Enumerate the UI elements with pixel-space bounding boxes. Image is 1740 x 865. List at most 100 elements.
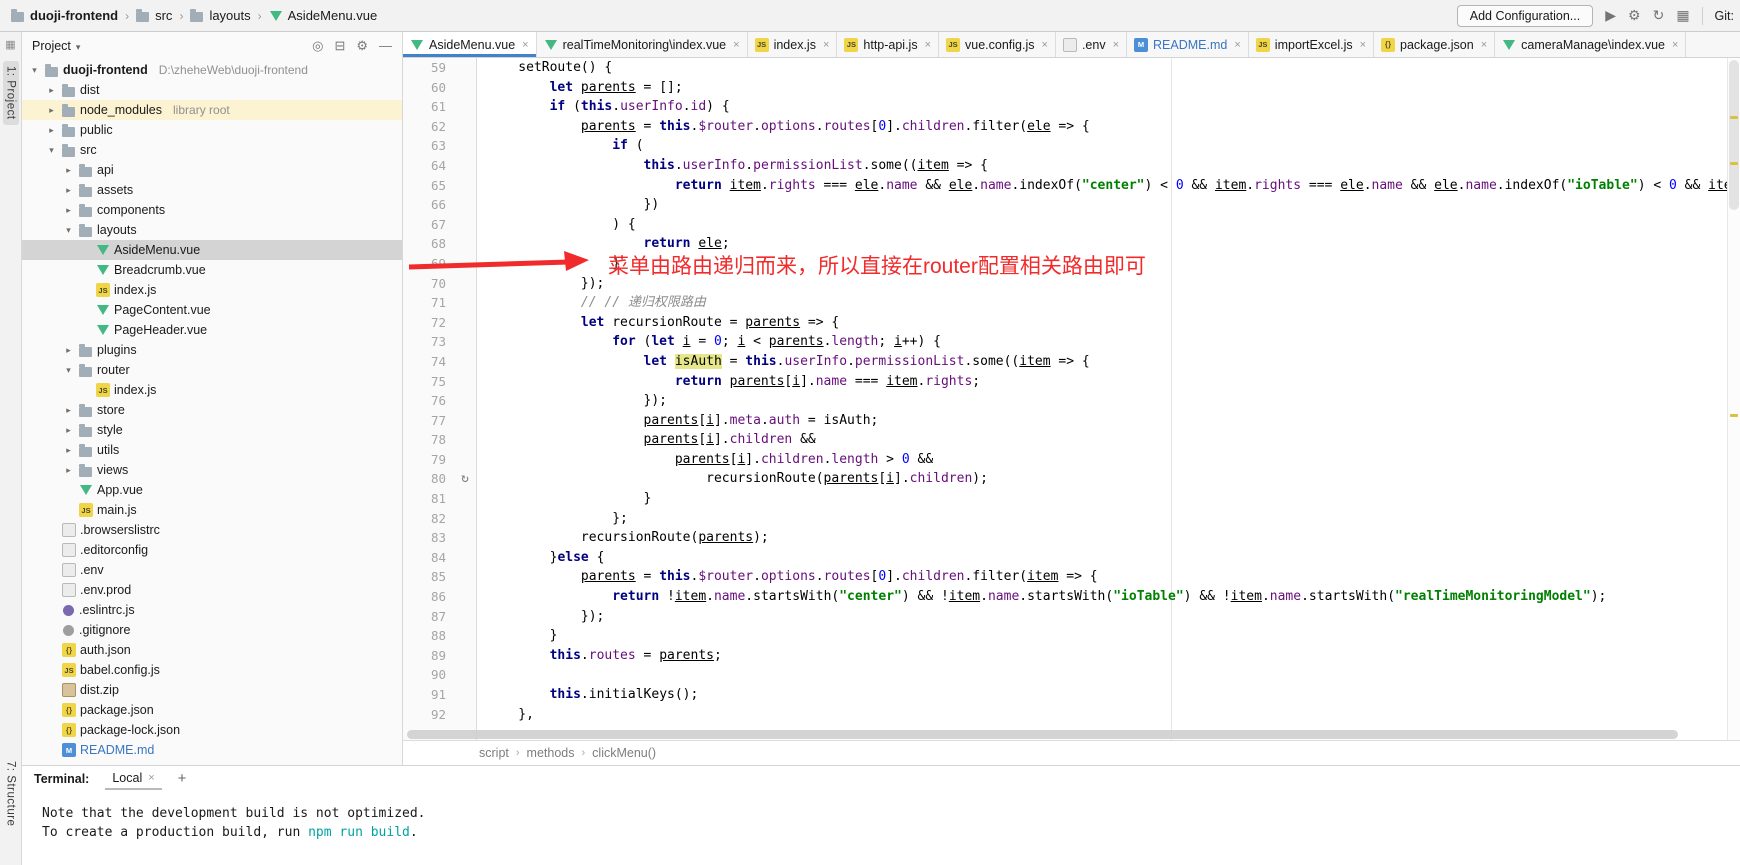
code-line[interactable]: let parents = [];	[487, 78, 1740, 98]
code-line[interactable]: this.userInfo.permissionList.some((item …	[487, 156, 1740, 176]
chevron-collapsed-icon[interactable]: ▸	[62, 425, 75, 436]
line-number[interactable]: 82	[403, 509, 476, 529]
editor-tab[interactable]: JShttp-api.js×	[837, 32, 939, 57]
tree-item[interactable]: ▸assets	[22, 180, 402, 200]
tree-item[interactable]: ▸dist	[22, 80, 402, 100]
line-number[interactable]: 83	[403, 528, 476, 548]
breadcrumb-item[interactable]: duoji-frontend	[8, 6, 121, 25]
editor-tab[interactable]: MREADME.md×	[1127, 32, 1249, 57]
tree-item[interactable]: .env.prod	[22, 580, 402, 600]
tree-item[interactable]: ▸public	[22, 120, 402, 140]
code-line[interactable]: })	[487, 195, 1740, 215]
line-number[interactable]: 73	[403, 332, 476, 352]
line-number[interactable]: 75	[403, 372, 476, 392]
code-line[interactable]: };	[487, 509, 1740, 529]
editor-tab[interactable]: cameraManage\index.vue×	[1495, 32, 1686, 57]
tree-item[interactable]: ▸plugins	[22, 340, 402, 360]
horizontal-scrollbar[interactable]	[407, 730, 1678, 739]
chevron-collapsed-icon[interactable]: ▸	[62, 465, 75, 476]
tree-item[interactable]: ▸utils	[22, 440, 402, 460]
code-line[interactable]: }	[487, 489, 1740, 509]
line-number[interactable]: 81	[403, 489, 476, 509]
tree-item[interactable]: ▾router	[22, 360, 402, 380]
close-icon[interactable]: ×	[823, 39, 829, 51]
chevron-collapsed-icon[interactable]: ▸	[45, 105, 58, 116]
run-icon[interactable]: ▶	[1605, 7, 1616, 24]
code-line[interactable]: let isAuth = this.userInfo.permissionLis…	[487, 352, 1740, 372]
editor-breadcrumb-item[interactable]: clickMenu()	[592, 746, 656, 760]
close-icon[interactable]: ×	[733, 39, 739, 51]
code-line[interactable]: setRoute() {	[487, 58, 1740, 78]
tree-item[interactable]: {}auth.json	[22, 640, 402, 660]
line-number[interactable]: 89	[403, 646, 476, 666]
editor-tab[interactable]: JSvue.config.js×	[939, 32, 1056, 57]
line-number[interactable]: 61	[403, 97, 476, 117]
editor[interactable]: 5960616263646566676869707172737475767778…	[403, 58, 1740, 740]
tree-item[interactable]: dist.zip	[22, 680, 402, 700]
tree-item[interactable]: AsideMenu.vue	[22, 240, 402, 260]
line-number[interactable]: 90	[403, 665, 476, 685]
line-number[interactable]: 92	[403, 705, 476, 725]
code-line[interactable]: });	[487, 607, 1740, 627]
tree-item[interactable]: ▸components	[22, 200, 402, 220]
code-line[interactable]: for (let i = 0; i < parents.length; i++)…	[487, 332, 1740, 352]
close-icon[interactable]: ×	[148, 772, 154, 784]
tree-item[interactable]: .gitignore	[22, 620, 402, 640]
line-number[interactable]: 67	[403, 215, 476, 235]
code-line[interactable]: // // 递归权限路由	[487, 293, 1740, 313]
line-number[interactable]: 64	[403, 156, 476, 176]
line-number[interactable]: 71	[403, 293, 476, 313]
code-line[interactable]: let recursionRoute = parents => {	[487, 313, 1740, 333]
terminal-tab-local[interactable]: Local ×	[105, 768, 161, 790]
error-stripe[interactable]	[1727, 58, 1740, 740]
tree-item[interactable]: JSindex.js	[22, 280, 402, 300]
new-terminal-button[interactable]: +	[178, 770, 187, 787]
chevron-collapsed-icon[interactable]: ▸	[62, 445, 75, 456]
code-line[interactable]: recursionRoute(parents);	[487, 528, 1740, 548]
line-number[interactable]: 76	[403, 391, 476, 411]
code-line[interactable]: recursionRoute(parents[i].children);	[487, 469, 1740, 489]
line-number[interactable]: 72	[403, 313, 476, 333]
breadcrumb-item[interactable]: src	[133, 6, 175, 25]
line-number[interactable]: 68	[403, 234, 476, 254]
close-icon[interactable]: ×	[522, 39, 528, 51]
tree-item[interactable]: ▸store	[22, 400, 402, 420]
close-icon[interactable]: ×	[1113, 39, 1119, 51]
code-line[interactable]: ) {	[487, 215, 1740, 235]
code-line[interactable]: }	[487, 626, 1740, 646]
tree-item[interactable]: {}package.json	[22, 700, 402, 720]
project-panel-title[interactable]: Project	[32, 39, 71, 53]
editor-tab[interactable]: {}package.json×	[1374, 32, 1495, 57]
tree-item[interactable]: PageContent.vue	[22, 300, 402, 320]
tree-item[interactable]: .env	[22, 560, 402, 580]
code-line[interactable]: },	[487, 705, 1740, 725]
tree-item[interactable]: ▸views	[22, 460, 402, 480]
tree-item[interactable]: {}package-lock.json	[22, 720, 402, 740]
tool-windows-icon[interactable]: ▦	[0, 38, 21, 51]
chevron-collapsed-icon[interactable]: ▸	[62, 405, 75, 416]
hide-panel-icon[interactable]: —	[379, 38, 392, 54]
code-line[interactable]: parents = this.$router.options.routes[0]…	[487, 567, 1740, 587]
editor-tab[interactable]: realTimeMonitoring\index.vue×	[537, 32, 748, 57]
tree-item[interactable]: .eslintrc.js	[22, 600, 402, 620]
line-number[interactable]: 69	[403, 254, 476, 274]
line-number[interactable]: 91	[403, 685, 476, 705]
line-number[interactable]: 65	[403, 176, 476, 196]
code-line[interactable]: parents = this.$router.options.routes[0]…	[487, 117, 1740, 137]
line-number[interactable]: 74	[403, 352, 476, 372]
breadcrumb-item[interactable]: layouts	[187, 6, 253, 25]
refresh-icon[interactable]: ↻	[1653, 7, 1665, 24]
line-number[interactable]: 87	[403, 607, 476, 627]
line-number[interactable]: 63	[403, 136, 476, 156]
code-line[interactable]: return item.rights === ele.name && ele.n…	[487, 176, 1740, 196]
line-number[interactable]: 66	[403, 195, 476, 215]
line-number[interactable]: 62	[403, 117, 476, 137]
close-icon[interactable]: ×	[1672, 39, 1678, 51]
close-icon[interactable]: ×	[1042, 39, 1048, 51]
close-icon[interactable]: ×	[1234, 39, 1240, 51]
tree-item[interactable]: App.vue	[22, 480, 402, 500]
tree-item[interactable]: JSindex.js	[22, 380, 402, 400]
editor-tab[interactable]: AsideMenu.vue×	[403, 32, 537, 57]
chevron-collapsed-icon[interactable]: ▸	[62, 165, 75, 176]
code-line[interactable]: if (this.userInfo.id) {	[487, 97, 1740, 117]
